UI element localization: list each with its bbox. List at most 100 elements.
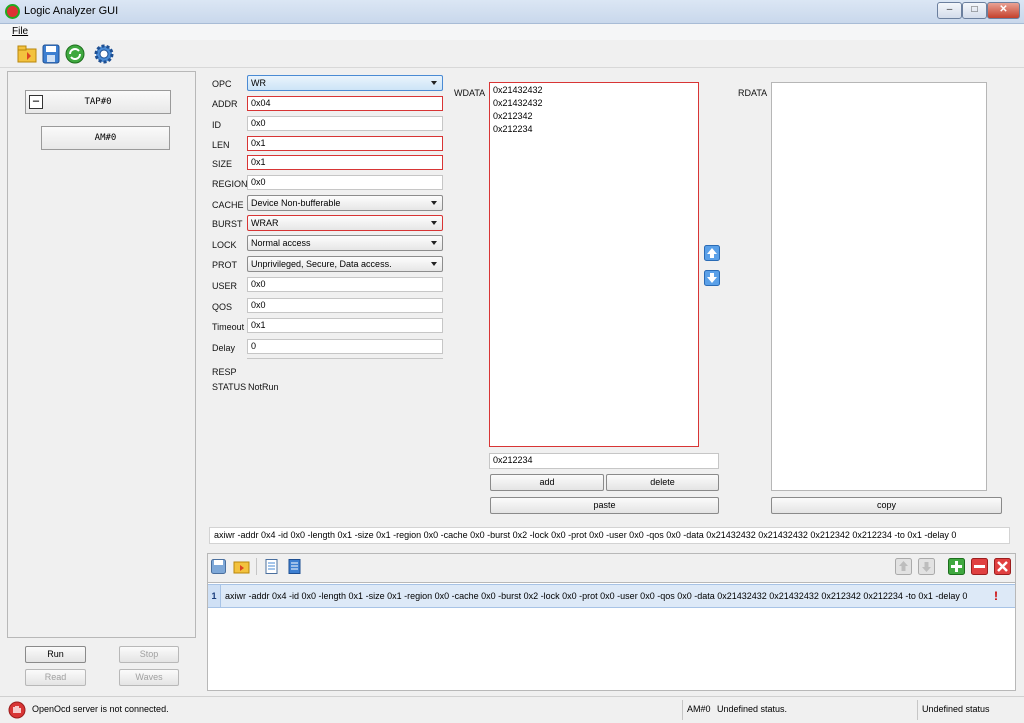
wdata-list[interactable]: 0x21432432 0x21432432 0x212342 0x212234 — [489, 82, 699, 447]
row-down-icon[interactable] — [918, 558, 935, 575]
size-input[interactable]: 0x1 — [247, 155, 443, 170]
tree-node-am[interactable]: AM#0 — [41, 126, 170, 150]
prot-select[interactable]: Unprivileged, Secure, Data access. — [247, 256, 443, 272]
move-down-icon[interactable] — [704, 270, 720, 286]
cache-value: Device Non-bufferable — [251, 198, 341, 208]
device-tree-panel: − TAP#0 AM#0 — [7, 71, 196, 638]
copy-button[interactable]: copy — [771, 497, 1002, 514]
script-list-icon[interactable] — [286, 558, 303, 575]
burst-label: BURST — [212, 219, 243, 229]
len-label: LEN — [212, 140, 230, 150]
prot-value: Unprivileged, Secure, Data access. — [251, 259, 392, 269]
region-label: REGION — [212, 179, 248, 189]
wdata-label: WDATA — [454, 88, 486, 98]
move-up-icon[interactable] — [704, 245, 720, 261]
rdata-label: RDATA — [738, 88, 768, 98]
list-item[interactable]: 0x21432432 — [493, 85, 543, 95]
remove-row-icon[interactable] — [971, 558, 988, 575]
waves-button[interactable]: Waves — [119, 669, 179, 686]
tree-node-tap[interactable]: − TAP#0 — [25, 90, 171, 114]
command-preview[interactable]: axiwr -addr 0x4 -id 0x0 -length 0x1 -siz… — [209, 527, 1010, 544]
opc-label: OPC — [212, 79, 232, 89]
status-label: STATUS — [212, 382, 247, 392]
lock-select[interactable]: Normal access — [247, 235, 443, 251]
timeout-label: Timeout — [212, 322, 245, 332]
user-label: USER — [212, 281, 238, 291]
paste-button[interactable]: paste — [490, 497, 719, 514]
window-title: Logic Analyzer GUI — [24, 5, 119, 17]
delay-input[interactable]: 0 — [247, 339, 443, 354]
am-status-text: Undefined status. — [717, 704, 788, 714]
status-separator — [917, 700, 918, 720]
open-script-icon[interactable] — [233, 558, 250, 575]
addr-label: ADDR — [212, 99, 238, 109]
resp-label: RESP — [212, 367, 237, 377]
minimize-button[interactable]: – — [937, 2, 962, 19]
user-input[interactable]: 0x0 — [247, 277, 443, 292]
close-button[interactable]: ✕ — [987, 2, 1020, 19]
id-input[interactable]: 0x0 — [247, 116, 443, 131]
title-bar: Logic Analyzer GUI – □ ✕ — [0, 0, 1024, 24]
status-value: NotRun — [248, 382, 279, 392]
size-label: SIZE — [212, 159, 233, 169]
toolbar-separator — [256, 558, 257, 575]
open-folder-icon[interactable] — [16, 43, 38, 65]
list-item[interactable]: 0x212234 — [493, 124, 533, 134]
chevron-down-icon — [431, 81, 437, 85]
run-button[interactable]: Run — [25, 646, 86, 663]
opc-select[interactable]: WR — [247, 75, 443, 91]
read-button[interactable]: Read — [25, 669, 86, 686]
list-item[interactable]: 0x21432432 — [493, 98, 543, 108]
chevron-down-icon — [431, 201, 437, 205]
burst-select[interactable]: WRAR — [247, 215, 443, 231]
status-separator — [682, 700, 683, 720]
wdata-entry-input[interactable]: 0x212234 — [489, 453, 719, 469]
collapse-icon[interactable]: − — [29, 95, 43, 109]
app-icon — [5, 4, 20, 19]
add-button[interactable]: add — [490, 474, 604, 491]
save-icon[interactable] — [40, 43, 62, 65]
tap-label: TAP#0 — [84, 97, 112, 107]
menu-file[interactable]: File — [12, 26, 28, 37]
toolbar — [0, 40, 1024, 68]
row-command[interactable]: axiwr -addr 0x4 -id 0x0 -length 0x1 -siz… — [225, 585, 967, 607]
global-status: Undefined status — [922, 704, 990, 714]
list-item[interactable]: 0x212342 — [493, 111, 533, 121]
status-bar: OpenOcd server is not connected. AM#0 Un… — [0, 696, 1024, 723]
stop-button[interactable]: Stop — [119, 646, 179, 663]
cache-select[interactable]: Device Non-bufferable — [247, 195, 443, 211]
table-row[interactable]: 1 axiwr -addr 0x4 -id 0x0 -length 0x1 -s… — [208, 584, 1015, 608]
timeout-input[interactable]: 0x1 — [247, 318, 443, 333]
refresh-icon[interactable] — [64, 43, 86, 65]
menu-bar: File — [0, 24, 1024, 40]
clear-all-icon[interactable] — [994, 558, 1011, 575]
row-up-icon[interactable] — [895, 558, 912, 575]
divider — [247, 358, 443, 359]
am-status-name: AM#0 — [687, 704, 711, 714]
document-icon[interactable] — [263, 558, 280, 575]
region-input[interactable]: 0x0 — [247, 175, 443, 190]
rdata-list[interactable] — [771, 82, 987, 491]
server-status: OpenOcd server is not connected. — [32, 704, 169, 714]
chevron-down-icon — [431, 221, 437, 225]
burst-value: WRAR — [251, 218, 279, 228]
save-script-icon[interactable] — [210, 558, 227, 575]
script-list[interactable]: 1 axiwr -addr 0x4 -id 0x0 -length 0x1 -s… — [207, 582, 1016, 691]
stop-hand-icon — [8, 701, 26, 719]
maximize-button[interactable]: □ — [962, 2, 987, 19]
qos-label: QOS — [212, 302, 233, 312]
add-row-icon[interactable] — [948, 558, 965, 575]
len-input[interactable]: 0x1 — [247, 136, 443, 151]
id-label: ID — [212, 120, 221, 130]
row-number: 1 — [208, 585, 221, 607]
delay-label: Delay — [212, 343, 236, 353]
warning-icon: ! — [994, 589, 998, 603]
chevron-down-icon — [431, 241, 437, 245]
delete-button[interactable]: delete — [606, 474, 719, 491]
addr-input[interactable]: 0x04 — [247, 96, 443, 111]
prot-label: PROT — [212, 260, 238, 270]
lock-label: LOCK — [212, 240, 237, 250]
cache-label: CACHE — [212, 200, 244, 210]
qos-input[interactable]: 0x0 — [247, 298, 443, 313]
settings-icon[interactable] — [93, 43, 115, 65]
